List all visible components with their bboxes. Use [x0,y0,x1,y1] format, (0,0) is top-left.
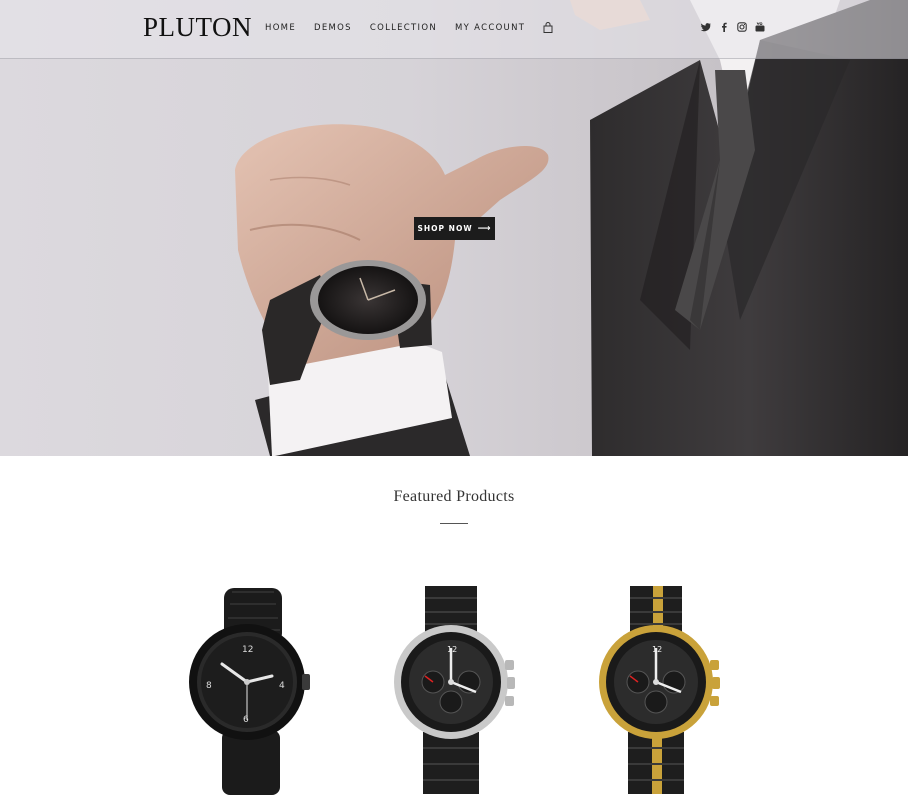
svg-text:12: 12 [447,645,457,654]
nav-collection[interactable]: COLLECTION [370,23,437,33]
site-header: PLUTON HOME DEMOS COLLECTION MY ACCOUNT [0,0,908,59]
hero-banner: PLUTON HOME DEMOS COLLECTION MY ACCOUNT [0,0,908,456]
youtube-icon[interactable] [755,22,765,32]
product-card-gold-chronograph[interactable]: 12 [575,580,745,800]
shop-now-button[interactable]: SHOP NOW ⟶ [414,217,495,240]
featured-products-heading: Featured Products [393,488,515,505]
heading-divider [440,523,468,524]
black-leather-watch-image: 12 8 4 6 [189,588,310,795]
twitter-icon[interactable] [701,22,711,32]
svg-text:12: 12 [242,645,253,655]
shop-now-label: SHOP NOW [417,224,473,233]
main-nav: HOME DEMOS COLLECTION MY ACCOUNT [265,21,553,33]
nav-my-account[interactable]: MY ACCOUNT [455,23,525,33]
product-card-silver-chronograph[interactable]: 12 [370,580,540,800]
nav-demos[interactable]: DEMOS [314,23,352,33]
svg-text:8: 8 [206,681,212,691]
gold-chronograph-image: 12 [599,586,720,794]
silver-chronograph-image: 12 [394,586,515,794]
svg-text:4: 4 [279,681,285,691]
svg-text:6: 6 [243,715,249,725]
product-card-black-leather-watch[interactable]: 12 8 4 6 [162,580,332,800]
arrow-right-icon: ⟶ [477,223,492,234]
instagram-icon[interactable] [737,22,747,32]
nav-home[interactable]: HOME [265,23,296,33]
social-links [701,22,773,32]
site-logo[interactable]: PLUTON [143,12,252,43]
svg-text:12: 12 [652,645,662,654]
facebook-icon[interactable] [719,22,729,32]
shopping-bag-icon[interactable] [543,21,553,33]
